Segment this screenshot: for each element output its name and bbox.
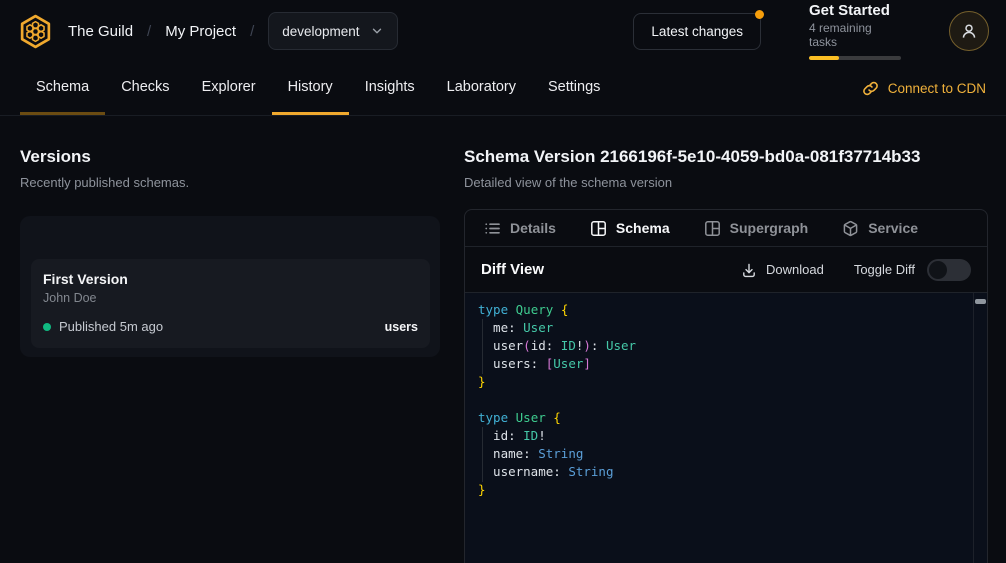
chevron-down-icon	[370, 24, 384, 38]
versions-title: Versions	[20, 146, 440, 167]
get-started-title: Get Started	[809, 2, 901, 19]
main-nav: Schema Checks Explorer History Insights …	[0, 62, 1006, 116]
detail-tab-list: Details Schema	[465, 210, 987, 247]
versions-subtitle: Recently published schemas.	[20, 174, 440, 191]
download-icon	[741, 262, 757, 278]
diff-actions: Download Toggle Diff	[741, 259, 971, 281]
app-header: The Guild / My Project / development Lat…	[0, 0, 1006, 62]
link-icon	[862, 80, 879, 97]
version-author: John Doe	[43, 291, 418, 305]
get-started-widget[interactable]: Get Started 4 remaining tasks	[809, 2, 901, 60]
nav-tab-explorer[interactable]: Explorer	[186, 62, 272, 115]
nav-tab-history[interactable]: History	[272, 62, 349, 115]
user-icon	[960, 22, 978, 40]
switch-knob	[929, 261, 947, 279]
get-started-subtitle: 4 remaining tasks	[809, 21, 901, 49]
latest-changes-button[interactable]: Latest changes	[633, 13, 761, 50]
columns-icon	[590, 220, 607, 237]
breadcrumb-separator: /	[147, 23, 151, 40]
content: Versions Recently published schemas. Fir…	[0, 116, 1006, 563]
code-content: type Query { me: User user(id: ID!): Use…	[478, 301, 967, 499]
version-list-item[interactable]: First Version John Doe Published 5m ago …	[31, 259, 430, 348]
nav-tab-settings[interactable]: Settings	[532, 62, 616, 115]
tab-supergraph[interactable]: Supergraph	[704, 220, 809, 237]
breadcrumb-org[interactable]: The Guild	[68, 23, 133, 40]
nav-tab-list: Schema Checks Explorer History Insights …	[20, 62, 616, 115]
schema-detail-card: Details Schema	[464, 209, 988, 563]
code-scrollbar-thumb[interactable]	[975, 299, 986, 304]
header-actions: Latest changes Get Started 4 remaining t…	[633, 2, 989, 60]
download-button[interactable]: Download	[741, 262, 824, 278]
columns-icon	[704, 220, 721, 237]
latest-changes-label: Latest changes	[651, 24, 743, 39]
schema-version-title: Schema Version 2166196f-5e10-4059-bd0a-0…	[464, 146, 988, 167]
hive-logo-icon[interactable]	[17, 13, 54, 50]
toggle-diff-label: Toggle Diff	[854, 262, 915, 277]
indent-guide	[482, 319, 483, 374]
version-status: Published 5m ago	[59, 319, 163, 334]
version-meta-row: Published 5m ago users	[43, 319, 418, 334]
tab-supergraph-label: Supergraph	[730, 220, 809, 236]
target-selector-value: development	[282, 24, 359, 39]
nav-tab-insights[interactable]: Insights	[349, 62, 431, 115]
box-icon	[842, 220, 859, 237]
diff-view-title: Diff View	[481, 261, 544, 278]
breadcrumb-project[interactable]: My Project	[165, 23, 236, 40]
tab-service-label: Service	[868, 220, 918, 236]
connect-to-cdn-link[interactable]: Connect to CDN	[862, 62, 986, 115]
download-label: Download	[766, 262, 824, 277]
nav-tab-laboratory[interactable]: Laboratory	[431, 62, 532, 115]
notification-dot	[755, 10, 764, 19]
published-status-icon	[43, 323, 51, 331]
tab-details-label: Details	[510, 220, 556, 236]
schema-version-panel: Schema Version 2166196f-5e10-4059-bd0a-0…	[460, 116, 1006, 563]
list-icon	[484, 220, 501, 237]
schema-version-subtitle: Detailed view of the schema version	[464, 174, 988, 191]
tab-details[interactable]: Details	[484, 220, 556, 237]
code-scrollbar-track[interactable]	[973, 293, 987, 563]
connect-to-cdn-label: Connect to CDN	[888, 81, 986, 96]
target-selector-dropdown[interactable]: development	[268, 12, 397, 50]
version-service-badge: users	[385, 320, 418, 334]
user-avatar[interactable]	[949, 11, 989, 51]
versions-panel: Versions Recently published schemas. Fir…	[0, 116, 460, 563]
breadcrumb: The Guild / My Project / development	[17, 12, 398, 50]
tab-schema-label: Schema	[616, 220, 670, 236]
indent-guide	[482, 427, 483, 482]
toggle-diff-group: Toggle Diff	[854, 259, 971, 281]
toggle-diff-switch[interactable]	[927, 259, 971, 281]
version-title: First Version	[43, 271, 418, 287]
versions-list-card: First Version John Doe Published 5m ago …	[20, 216, 440, 357]
breadcrumb-separator: /	[250, 23, 254, 40]
tab-service[interactable]: Service	[842, 220, 918, 237]
schema-code-viewer: type Query { me: User user(id: ID!): Use…	[465, 293, 987, 563]
tab-schema[interactable]: Schema	[590, 220, 670, 237]
diff-toolbar: Diff View Download Toggle D	[465, 247, 987, 293]
nav-tab-checks[interactable]: Checks	[105, 62, 185, 115]
progress-fill	[809, 56, 839, 60]
nav-tab-schema[interactable]: Schema	[20, 62, 105, 115]
get-started-progress-track	[809, 56, 901, 60]
